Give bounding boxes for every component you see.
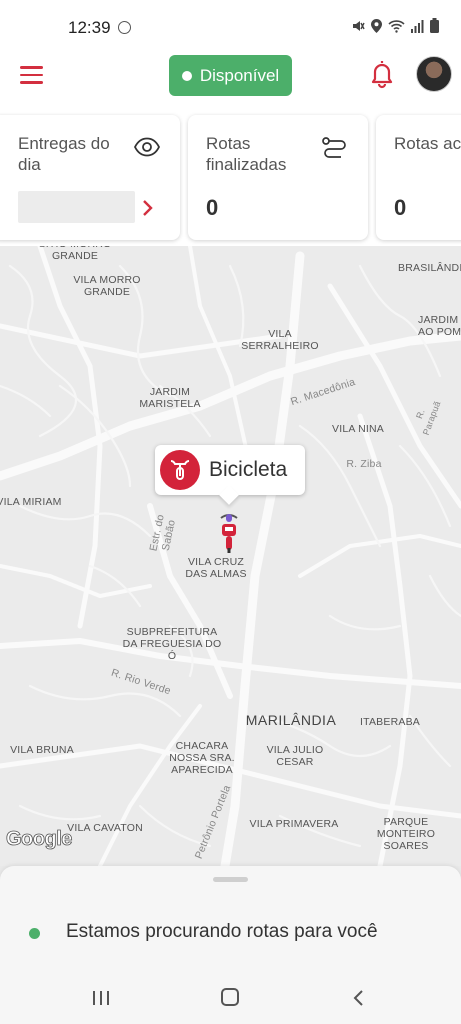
- searching-message: Estamos procurando rotas para você: [66, 921, 378, 942]
- card-value: 0: [394, 195, 407, 220]
- map-label: SUBPREFEITURA DA FREGUESIA DO Ó: [122, 626, 222, 662]
- recents-icon[interactable]: [92, 990, 110, 1006]
- availability-label: Disponível: [199, 65, 280, 85]
- card-finished-routes[interactable]: Rotas finalizadas 0: [188, 115, 368, 240]
- card-title: Entregas do dia: [18, 134, 110, 174]
- map-label: VILA BRUNA: [10, 744, 74, 756]
- status-icons: [351, 18, 439, 33]
- map-label: VILA CRUZ DAS ALMAS: [185, 556, 247, 580]
- map-label: VILA CAVATON: [67, 822, 143, 834]
- location-icon: [371, 18, 382, 33]
- bottom-sheet[interactable]: Estamos procurando rotas para você: [0, 866, 461, 966]
- google-logo: Google: [6, 828, 73, 851]
- map-view[interactable]: SÍTIO MORRO GRANDE VILA MORRO GRANDE BRA…: [0, 246, 461, 866]
- card-value: 0: [206, 195, 219, 220]
- route-icon: [322, 137, 346, 158]
- map-label: JARDIM AO POM: [418, 314, 461, 338]
- status-time: 12:39: [68, 18, 111, 37]
- wifi-icon: [388, 19, 405, 33]
- vehicle-callout[interactable]: Bicicleta: [155, 445, 305, 495]
- card-title: Rotas finalizadas: [206, 134, 287, 174]
- map-label: VILA NINA: [332, 423, 384, 435]
- signal-icon: [411, 19, 424, 33]
- system-navigation-bar: [0, 966, 461, 1024]
- user-avatar[interactable]: [416, 56, 452, 92]
- availability-toggle[interactable]: Disponível: [169, 55, 292, 96]
- system-status-bar: 12:39: [0, 0, 461, 50]
- drag-handle[interactable]: [213, 877, 248, 882]
- cast-icon: [118, 21, 131, 34]
- searching-status-dot: [29, 928, 40, 939]
- home-icon[interactable]: [221, 988, 239, 1006]
- chevron-right-icon[interactable]: [142, 199, 154, 217]
- bicycle-icon: [160, 450, 200, 490]
- card-title: Rotas aceitas: [394, 134, 461, 153]
- map-label: CHACARA NOSSA SRA. APARECIDA: [169, 740, 235, 776]
- map-label: VILA MIRIAM: [0, 496, 62, 508]
- back-icon[interactable]: [352, 990, 364, 1006]
- battery-icon: [430, 18, 439, 33]
- card-accepted-routes[interactable]: Rotas aceitas 0: [376, 115, 461, 240]
- map-label: R. Ziba: [346, 458, 382, 470]
- map-label: BRASILÂNDIA: [398, 262, 461, 274]
- card-daily-deliveries[interactable]: Entregas do dia: [0, 115, 180, 240]
- map-label: VILA PRIMAVERA: [249, 818, 339, 830]
- value-placeholder: [18, 191, 135, 223]
- eye-icon[interactable]: [134, 137, 160, 157]
- availability-dot: [181, 70, 192, 81]
- map-label: ITABERABA: [360, 716, 420, 728]
- app-header: Disponível: [0, 50, 461, 106]
- summary-cards: Entregas do dia Rotas finalizadas 0 Rota…: [0, 106, 461, 246]
- map-label: SÍTIO MORRO GRANDE: [39, 246, 112, 262]
- map-label: VILA MORRO GRANDE: [73, 274, 141, 298]
- map-label: MARILÂNDIA: [245, 712, 337, 728]
- map-label: PARQUE MONTEIRO SOARES: [376, 816, 436, 852]
- menu-icon[interactable]: [20, 66, 43, 84]
- map-label: JARDIM MARISTELA: [139, 386, 201, 410]
- notification-bell-icon[interactable]: [370, 59, 394, 89]
- map-label: VILA JULIO CESAR: [266, 744, 324, 768]
- map-label: VILA SERRALHEIRO: [241, 328, 319, 352]
- vehicle-label: Bicicleta: [209, 458, 288, 481]
- mute-icon: [353, 20, 365, 31]
- rider-marker-icon[interactable]: [217, 512, 241, 554]
